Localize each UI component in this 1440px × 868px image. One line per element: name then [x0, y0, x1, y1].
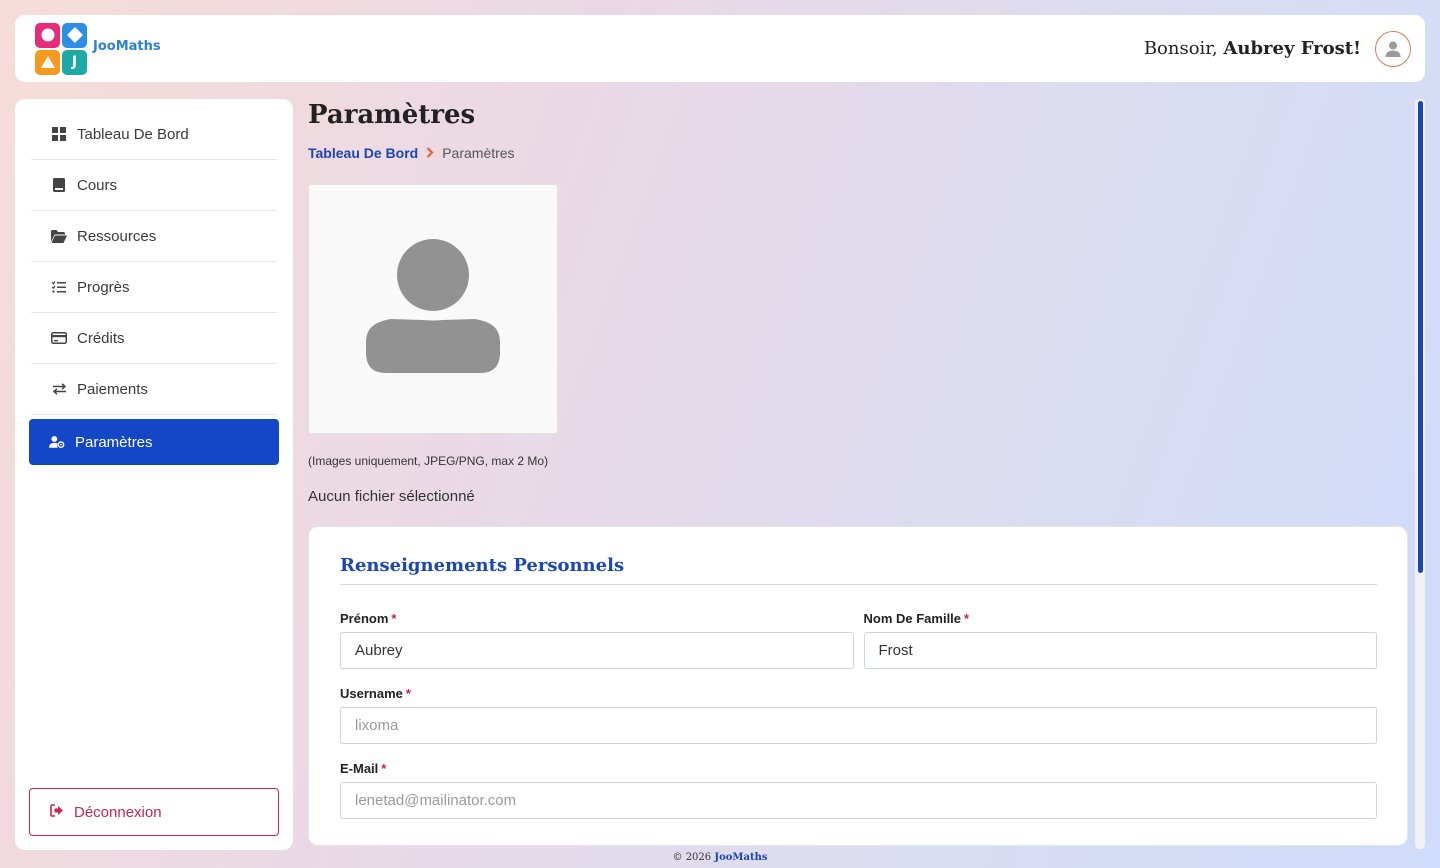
required-mark: * [381, 761, 387, 776]
first-name-label: Prénom * [340, 611, 854, 626]
sidebar-item-label: Tableau De Bord [77, 125, 189, 143]
page-scrollbar[interactable] [1415, 99, 1425, 849]
logout-label: Déconnexion [74, 803, 162, 821]
username-group: Username * [340, 686, 1377, 744]
dashboard-icon [51, 126, 67, 142]
sidebar-item-progres[interactable]: Progrès [31, 262, 277, 313]
sidebar-item-paiements[interactable]: Paiements [31, 364, 277, 415]
footer-brand: JooMaths [714, 852, 768, 863]
profile-photo-upload[interactable] [308, 184, 558, 434]
email-row: E-Mail * [340, 761, 1377, 819]
greeting-prefix: Bonsoir, [1143, 38, 1218, 59]
avatar[interactable] [1375, 30, 1411, 67]
footer: © 2026 JooMaths [0, 852, 1440, 863]
required-mark: * [964, 611, 970, 626]
logo-letter-tile: J [62, 49, 87, 75]
user-gear-icon [49, 434, 65, 450]
sidebar-item-label: Crédits [77, 329, 125, 347]
required-mark: * [391, 611, 397, 626]
last-name-label: Nom De Famille * [864, 611, 1378, 626]
book-icon [51, 177, 67, 193]
email-group: E-Mail * [340, 761, 1377, 819]
sidebar-item-label: Cours [77, 176, 118, 194]
greeting-text: Bonsoir, Aubrey Frost! [1144, 38, 1361, 59]
sidebar-item-parametres[interactable]: Paramètres [29, 419, 279, 465]
email-input[interactable] [340, 782, 1377, 819]
sidebar-item-label: Progrès [77, 278, 130, 296]
last-name-group: Nom De Famille * [863, 611, 1378, 669]
username-label: Username * [340, 686, 1377, 701]
first-name-input[interactable] [340, 632, 854, 669]
sidebar-item-dashboard[interactable]: Tableau De Bord [31, 109, 277, 160]
folder-open-icon [51, 228, 67, 244]
last-name-input[interactable] [863, 632, 1377, 669]
chevron-right-icon [426, 145, 434, 161]
personal-info-card: Renseignements Personnels Prénom* Nom De… [308, 526, 1408, 846]
sidebar-item-cours[interactable]: Cours [31, 160, 277, 211]
file-status: Aucun fichier sélectionné [308, 488, 475, 505]
first-name-group: Prénom * [340, 611, 854, 669]
page-title: Paramètres [308, 100, 476, 130]
email-label-text: E-Mail [340, 761, 379, 776]
user-greeting: Bonsoir, Aubrey Frost! [1144, 30, 1411, 67]
logo-mark: J [35, 22, 87, 75]
sidebar: Tableau De Bord Cours Ressources Progrès… [15, 99, 293, 850]
sidebar-item-label: Paiements [77, 380, 148, 398]
brand-logo[interactable]: J JooMaths [35, 22, 161, 75]
logo-triangle-tile [35, 49, 60, 75]
greeting-user-name: Aubrey Frost! [1223, 38, 1361, 59]
brand-name: JooMaths [93, 39, 161, 54]
email-label: E-Mail * [340, 761, 1377, 776]
username-input[interactable] [340, 707, 1377, 744]
section-title: Renseignements Personnels [340, 555, 1377, 585]
username-label-text: Username [340, 686, 403, 701]
last-name-label-text: Nom De Famille [863, 611, 962, 626]
sidebar-item-label: Ressources [77, 227, 157, 245]
first-name-label-text: Prénom [340, 611, 389, 626]
exchange-icon [51, 381, 67, 397]
username-row: Username * [340, 686, 1377, 744]
breadcrumb-home-link[interactable]: Tableau De Bord [308, 145, 418, 161]
user-placeholder-icon [366, 239, 500, 373]
sidebar-item-credits[interactable]: Crédits [31, 313, 277, 364]
required-mark: * [405, 686, 411, 701]
scrollbar-thumb[interactable] [1418, 101, 1423, 573]
list-check-icon [51, 279, 67, 295]
footer-copyright: © 2026 [672, 852, 712, 863]
user-icon [1385, 41, 1401, 57]
sign-out-icon [50, 803, 64, 821]
sidebar-item-label: Paramètres [75, 433, 153, 451]
breadcrumb-current: Paramètres [442, 145, 515, 161]
logo-diamond-tile [62, 22, 87, 48]
name-row: Prénom* Nom De Famille* [340, 611, 1377, 669]
photo-hint: (Images uniquement, JPEG/PNG, max 2 Mo) [308, 454, 549, 468]
credit-card-icon [51, 330, 67, 346]
sidebar-item-ressources[interactable]: Ressources [31, 211, 277, 262]
top-header: J JooMaths Bonsoir, Aubrey Frost! [15, 15, 1425, 82]
logout-button[interactable]: Déconnexion [29, 788, 279, 836]
logo-circle-tile [35, 22, 60, 48]
breadcrumb: Tableau De Bord Paramètres [308, 145, 515, 161]
